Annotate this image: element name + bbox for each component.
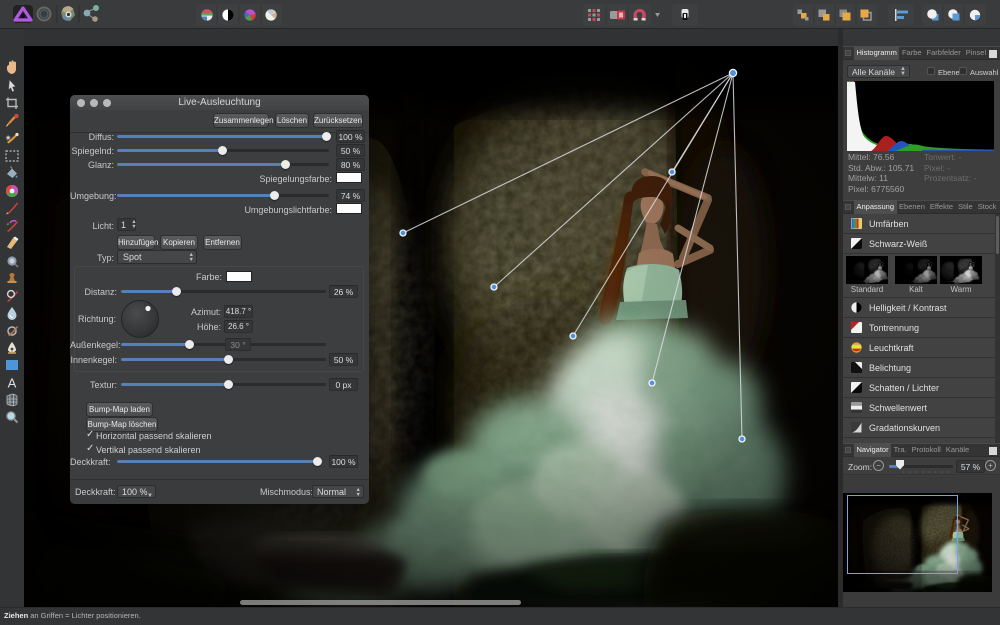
svg-text:A: A <box>8 376 17 391</box>
